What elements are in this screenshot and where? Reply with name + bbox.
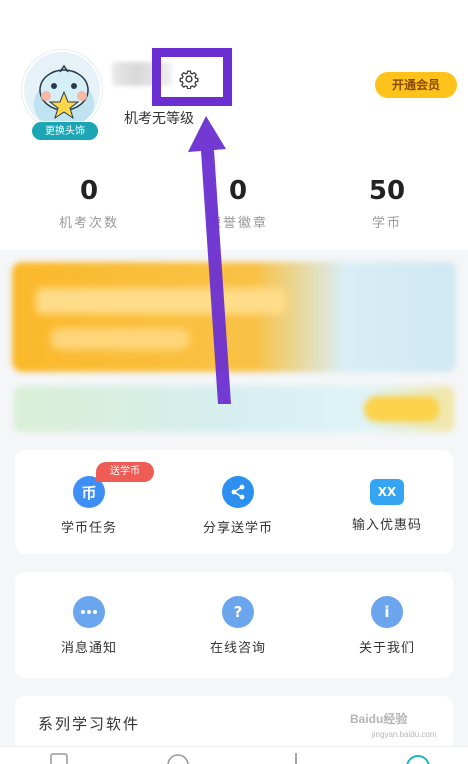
clock-icon[interactable] [166, 753, 190, 764]
settings-highlight-box [152, 48, 232, 106]
share-icon [222, 476, 254, 508]
item-label: 消息通知 [60, 641, 117, 656]
stat-honor-badges[interactable]: 0 荣誉徽章 [183, 174, 293, 231]
coupon-code-item[interactable]: XX 输入优惠码 [332, 476, 442, 533]
item-label: 分享送学币 [202, 521, 273, 536]
stat-value: 0 [228, 176, 248, 206]
stat-label: 机考次数 [58, 216, 119, 231]
level-text: 机考无等级 [124, 111, 194, 127]
item-label: 在线咨询 [209, 641, 266, 656]
profile-icon[interactable] [404, 753, 432, 764]
stat-coins[interactable]: 50 学币 [332, 174, 442, 231]
watermark-sub: jingyan.baidu.com [372, 730, 437, 739]
stat-label: 学币 [371, 216, 402, 231]
stat-label: 荣誉徽章 [207, 216, 268, 231]
doc-icon[interactable] [48, 753, 70, 764]
promo-strip-button[interactable] [364, 396, 440, 422]
stats-icon[interactable] [286, 753, 306, 764]
chat-dots-icon [73, 596, 105, 628]
notifications-item[interactable]: 消息通知 [34, 596, 144, 656]
rewards-card: 币 学币任务 分享送学币 XX 输入优惠码 [15, 450, 453, 554]
send-coin-badge: 送学币 [96, 462, 154, 482]
change-avatar-button[interactable]: 更换头饰 [31, 121, 99, 141]
avatar[interactable] [22, 50, 102, 130]
stat-value: 0 [79, 176, 99, 206]
about-us-item[interactable]: i 关于我们 [332, 596, 442, 656]
avatar-bird-icon [34, 64, 94, 128]
item-label: 关于我们 [358, 641, 415, 656]
question-icon: ? [222, 596, 254, 628]
coupon-icon: XX [370, 479, 404, 505]
stat-value: 50 [368, 176, 406, 206]
support-card: 消息通知 ? 在线咨询 i 关于我们 [15, 572, 453, 678]
series-title: 系列学习软件 [38, 715, 141, 733]
stat-exam-count[interactable]: 0 机考次数 [34, 174, 144, 231]
share-coin-item[interactable]: 分享送学币 [183, 476, 293, 536]
promo-banner[interactable] [12, 262, 456, 372]
online-consult-item[interactable]: ? 在线咨询 [183, 596, 293, 656]
coin-task-item[interactable]: 币 学币任务 [34, 476, 144, 536]
watermark: Baidu经验 [350, 712, 408, 726]
open-vip-button[interactable]: 开通会员 [375, 72, 457, 98]
bottom-nav [0, 746, 468, 764]
info-icon: i [371, 596, 403, 628]
promo-banner-blurred-text [36, 288, 286, 314]
promo-banner-blurred-button [50, 328, 190, 350]
item-label: 学币任务 [60, 521, 117, 536]
item-label: 输入优惠码 [351, 518, 422, 533]
